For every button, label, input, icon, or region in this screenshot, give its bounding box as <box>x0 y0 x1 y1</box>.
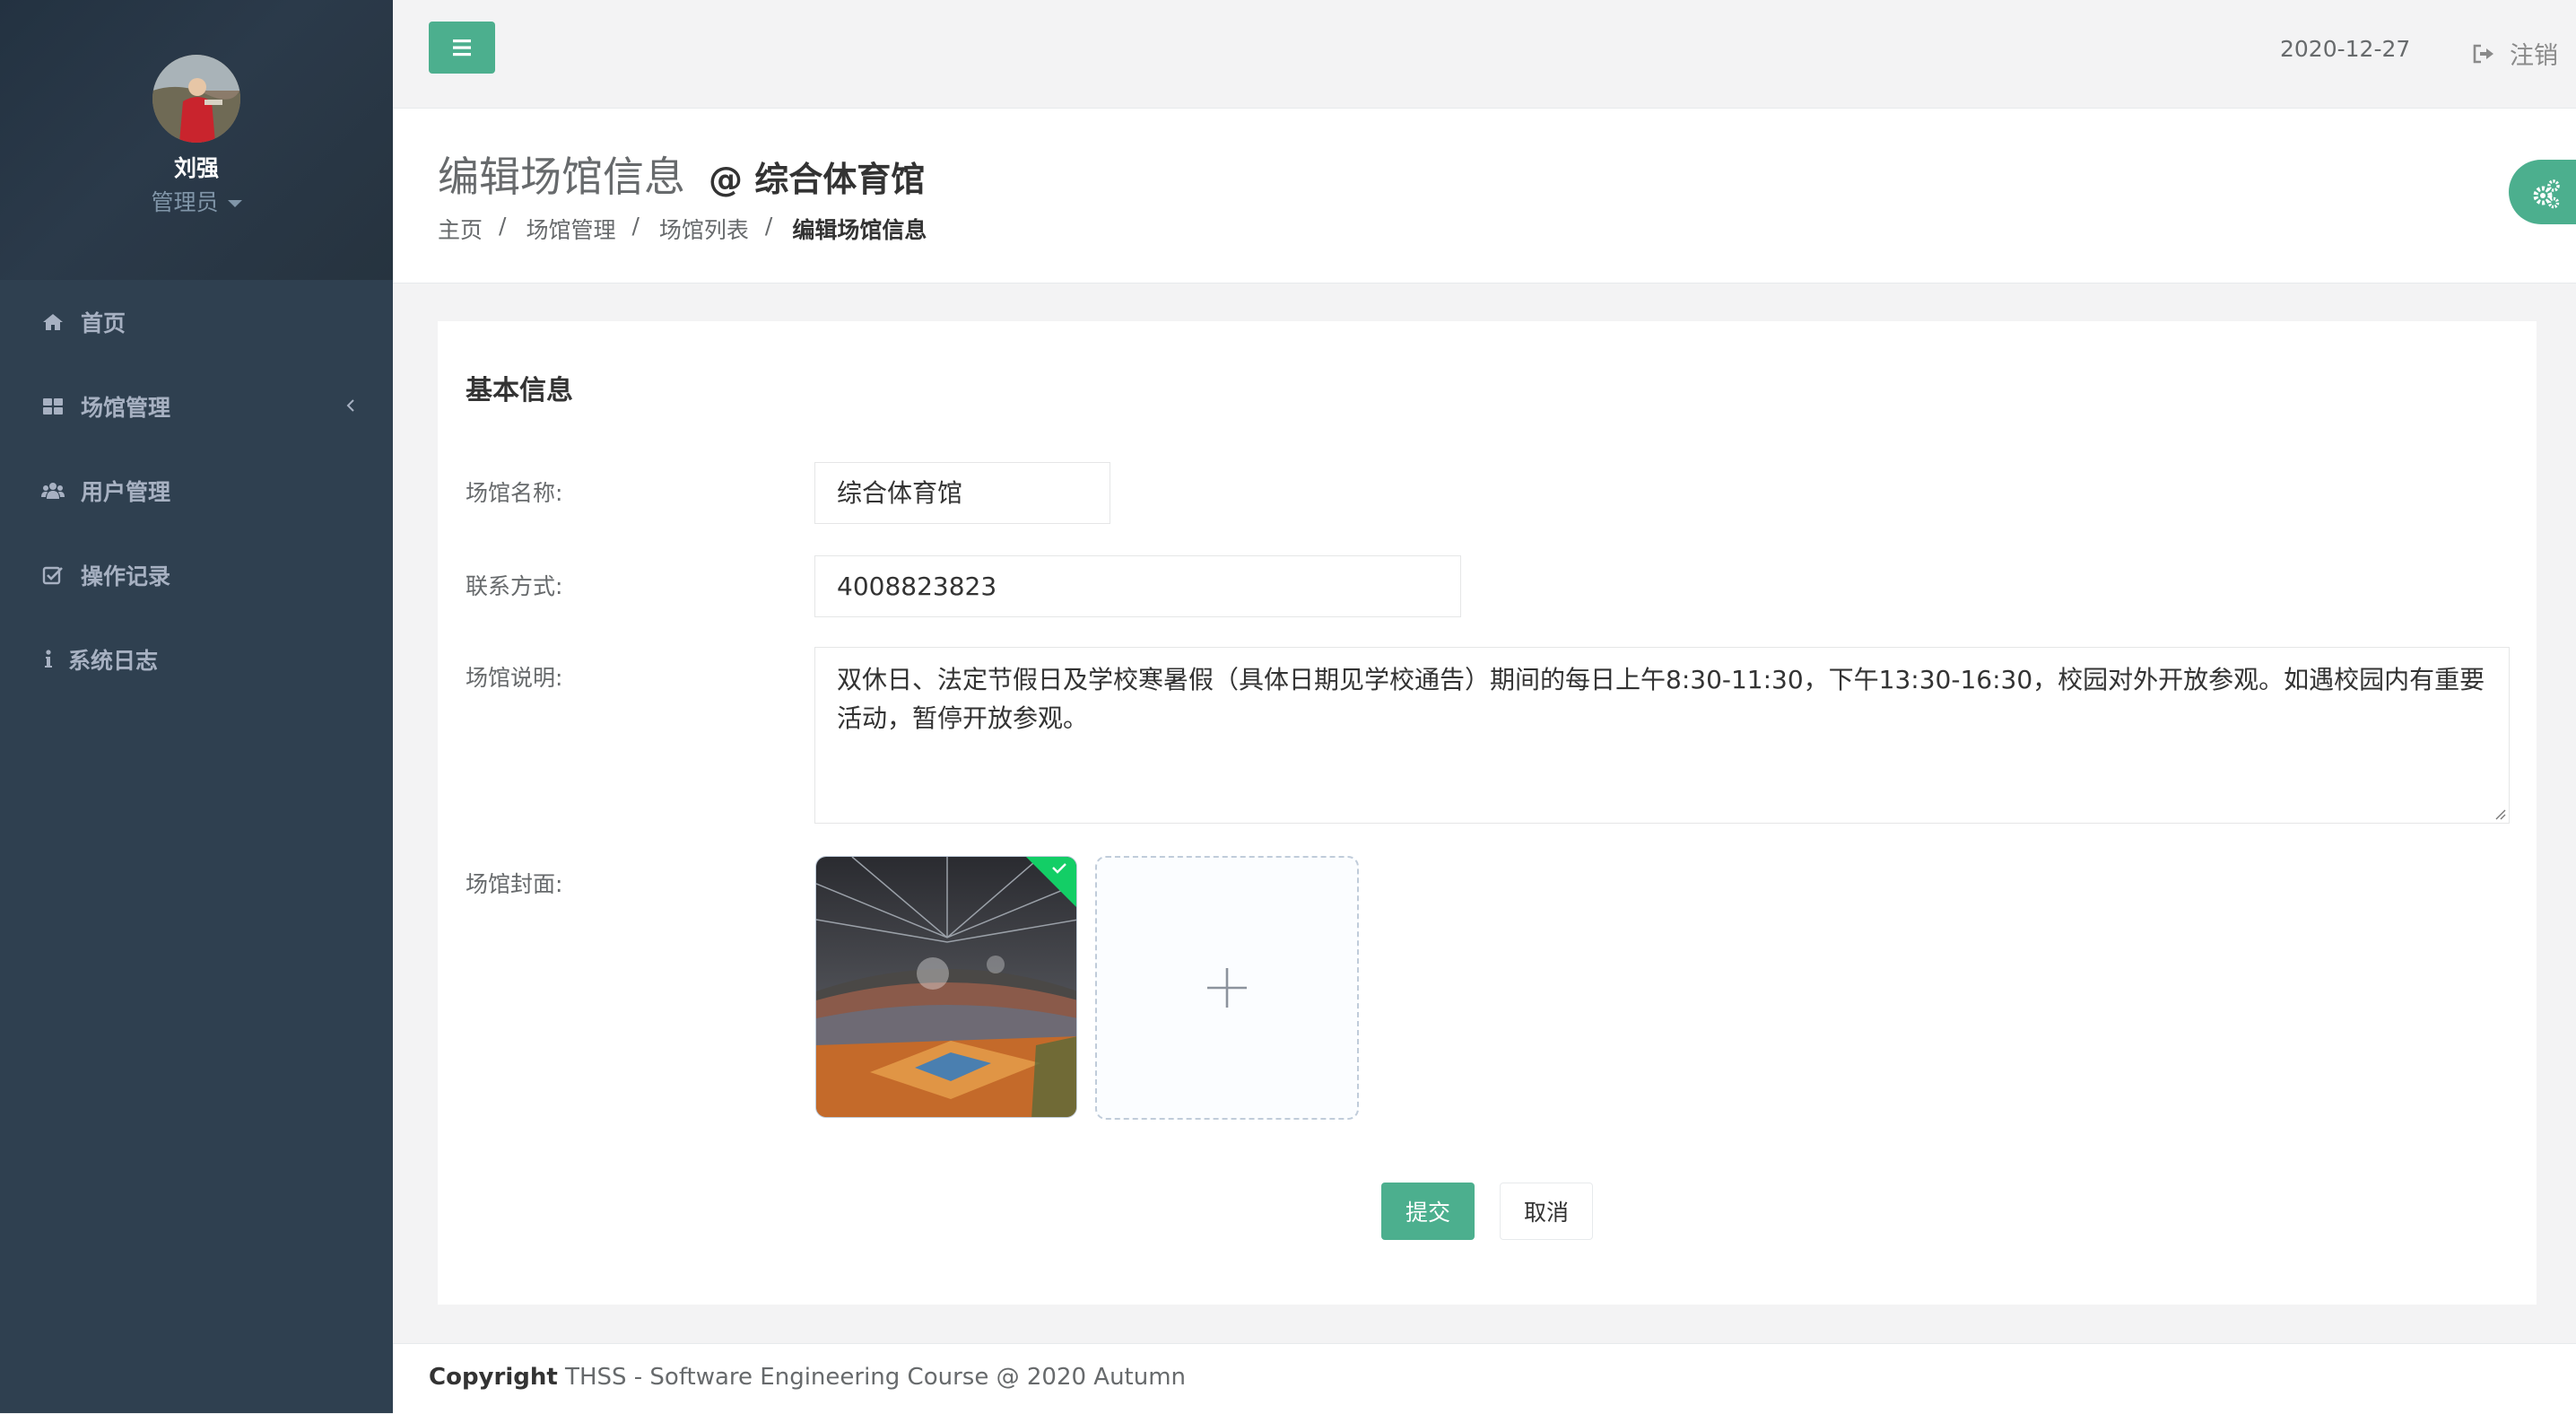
description-textarea[interactable]: 双休日、法定节假日及学校寒暑假（具体日期见学校通告）期间的每日上午8:30-11… <box>814 647 2510 824</box>
breadcrumb-home[interactable]: 主页 <box>438 213 483 245</box>
resize-handle-icon[interactable] <box>2492 806 2506 820</box>
contact-input[interactable]: 4008823823 <box>814 555 1461 617</box>
description-text: 双休日、法定节假日及学校寒暑假（具体日期见学校通告）期间的每日上午8:30-11… <box>837 665 2485 733</box>
breadcrumb-separator: / <box>764 213 773 239</box>
logout-label: 注销 <box>2510 42 2558 70</box>
home-icon <box>43 314 63 330</box>
page-title: 编辑场馆信息 <box>438 153 685 201</box>
chevron-left-icon <box>346 399 354 412</box>
avatar[interactable] <box>152 55 240 143</box>
cover-label: 场馆封面: <box>466 871 563 897</box>
page-heading: 编辑场馆信息 @ 综合体育馆 主页 / 场馆管理 / 场馆列表 / 编辑场馆信息 <box>393 109 2576 284</box>
breadcrumb-separator: / <box>631 213 640 239</box>
sidebar-item-label: 操作记录 <box>81 563 171 589</box>
sidebar-item-venue-management[interactable]: 场馆管理 <box>0 364 393 449</box>
info-icon <box>45 650 52 668</box>
contact-label: 联系方式: <box>466 573 563 599</box>
plus-icon <box>1207 968 1247 1008</box>
sidebar-item-label: 首页 <box>81 310 126 336</box>
breadcrumb-separator: / <box>499 213 507 239</box>
users-icon <box>41 483 65 499</box>
copyright-text: Copyright THSS - Software Engineering Co… <box>429 1364 1186 1391</box>
sidebar-item-label: 用户管理 <box>81 479 171 505</box>
venue-name-input[interactable]: 综合体育馆 <box>814 462 1110 524</box>
sidebar-item-label: 系统日志 <box>68 648 159 674</box>
sign-out-icon <box>2473 44 2493 63</box>
cover-image-thumbnail[interactable] <box>815 856 1077 1118</box>
copyright-rest: THSS - Software Engineering Course @ 202… <box>557 1364 1187 1391</box>
sidebar-item-user-management[interactable]: 用户管理 <box>0 449 393 533</box>
check-square-icon <box>42 566 63 585</box>
section-title: 基本信息 <box>466 375 573 406</box>
venue-edit-card: 基本信息 场馆名称: 综合体育馆 联系方式: 4008823823 场馆说明: … <box>438 321 2537 1305</box>
breadcrumb: 主页 / 场馆管理 / 场馆列表 / 编辑场馆信息 <box>438 213 927 245</box>
sidebar-item-home[interactable]: 首页 <box>0 280 393 364</box>
user-role-dropdown[interactable]: 管理员 <box>0 185 393 217</box>
top-navbar: 2020-12-27 注销 <box>393 0 2576 109</box>
upload-success-icon <box>1026 857 1076 907</box>
breadcrumb-current: 编辑场馆信息 <box>792 217 927 243</box>
cancel-button[interactable]: 取消 <box>1500 1183 1593 1240</box>
venue-name-label: 场馆名称: <box>466 480 563 506</box>
sidebar-item-system-log[interactable]: 系统日志 <box>0 617 393 702</box>
hamburger-icon <box>453 39 471 57</box>
toggle-sidebar-button[interactable] <box>429 22 495 74</box>
gears-icon <box>2533 179 2560 209</box>
sidebar-item-operation-log[interactable]: 操作记录 <box>0 533 393 617</box>
footer: Copyright THSS - Software Engineering Co… <box>393 1343 2576 1414</box>
description-label: 场馆说明: <box>466 665 563 691</box>
profile-panel: 刘强 管理员 <box>0 0 393 280</box>
sidebar-item-label: 场馆管理 <box>81 395 171 421</box>
caret-down-icon <box>227 200 242 207</box>
grid-icon <box>43 398 63 415</box>
logout-link[interactable]: 注销 <box>2472 36 2558 71</box>
user-role-label: 管理员 <box>151 189 219 215</box>
copyright-bold: Copyright <box>429 1364 558 1391</box>
page-subtitle: @ 综合体育馆 <box>709 160 926 199</box>
current-date: 2020-12-27 <box>2280 36 2411 62</box>
cover-upload-button[interactable] <box>1095 856 1359 1120</box>
sidebar: 刘强 管理员 首页 场馆管理 用户管理 操作记录 系统日志 <box>0 0 393 1413</box>
breadcrumb-venue-management[interactable]: 场馆管理 <box>526 213 615 245</box>
user-name: 刘强 <box>173 155 219 181</box>
submit-button[interactable]: 提交 <box>1381 1183 1475 1240</box>
theme-settings-button[interactable] <box>2509 160 2576 224</box>
breadcrumb-venue-list[interactable]: 场馆列表 <box>659 213 749 245</box>
